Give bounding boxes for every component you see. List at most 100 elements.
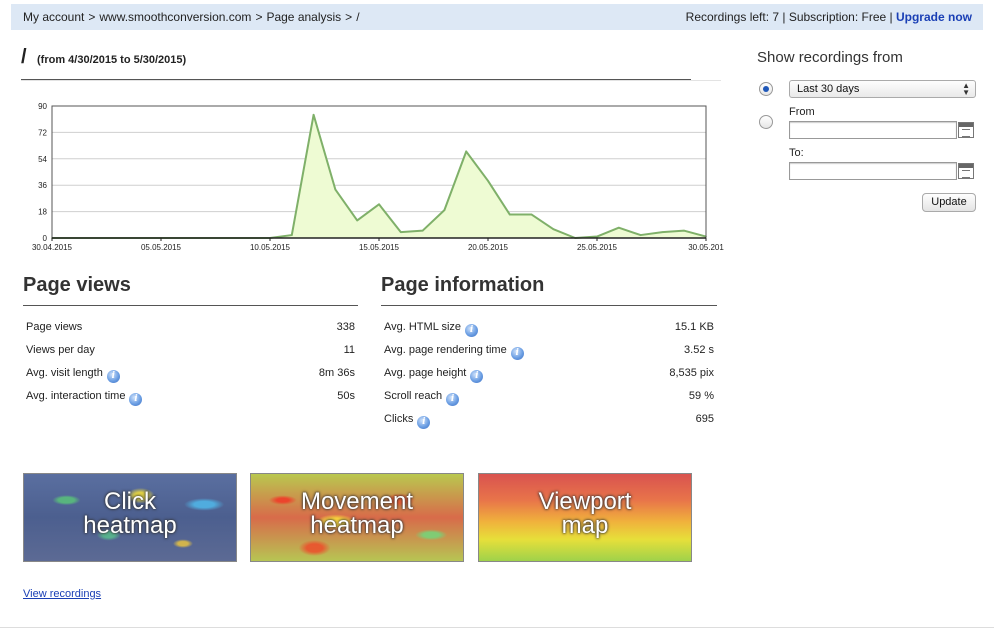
sidebar-title: Show recordings from <box>757 49 903 66</box>
select-arrows-icon: ▲ ▼ <box>962 81 970 97</box>
page-views-title: Page views <box>23 274 131 296</box>
page-information-table: Avg. HTML size i 15.1 KB Avg. page renderin… <box>384 321 714 436</box>
x-tick-label: 30.05.201 <box>688 243 724 252</box>
info-icon[interactable]: i <box>417 416 431 429</box>
stat-row: Avg. visit length i 8m 36s <box>26 367 355 390</box>
data-point <box>639 234 642 236</box>
calendar-icon[interactable] <box>958 163 974 179</box>
stat-label: Avg. visit length i <box>26 367 120 383</box>
click-heatmap-button[interactable]: Click heatmap <box>23 473 237 562</box>
info-icon[interactable]: i <box>470 370 484 383</box>
page-path: / <box>21 46 27 68</box>
x-tick-label: 10.05.2015 <box>250 243 291 252</box>
data-point <box>661 231 664 233</box>
y-tick-label: 72 <box>38 128 47 137</box>
data-point <box>356 219 359 222</box>
stat-value: 15.1 KB <box>674 321 714 333</box>
data-point <box>291 234 293 236</box>
to-label: To: <box>789 147 804 159</box>
page-information-title: Page information <box>381 274 545 296</box>
breadcrumb-my-account[interactable]: My account <box>23 10 84 24</box>
radio-preset-range[interactable] <box>759 82 773 96</box>
calendar-icon[interactable] <box>958 122 974 138</box>
stat-value: 50s <box>337 390 355 402</box>
stat-value: 8m 36s <box>318 367 355 379</box>
viewport-map-label: Viewport map <box>538 488 632 539</box>
data-point <box>312 114 315 116</box>
data-point <box>334 188 337 191</box>
x-tick-label: 25.05.2015 <box>577 243 618 252</box>
data-point <box>596 235 598 238</box>
stat-row: Page views 338 <box>26 321 355 344</box>
breadcrumb-site[interactable]: www.smoothconversion.com <box>99 10 251 24</box>
stat-label: Avg. interaction time i <box>26 390 143 406</box>
data-point <box>683 229 685 232</box>
data-point <box>378 203 380 206</box>
range-select[interactable]: Last 30 days ▲ ▼ <box>789 80 976 98</box>
stat-row: Clicks i 695 <box>384 413 714 436</box>
y-tick-label: 36 <box>38 181 47 190</box>
stat-value: 338 <box>336 321 355 333</box>
stat-row: Avg. page height i 8,535 pix <box>384 367 714 390</box>
data-point <box>509 213 511 216</box>
info-icon[interactable]: i <box>106 370 120 383</box>
stat-value: 8,535 pix <box>669 367 714 379</box>
range-select-value: Last 30 days <box>797 83 860 95</box>
breadcrumb-current-page: / <box>356 10 360 24</box>
breadcrumb-separator: > <box>345 10 353 24</box>
info-icon[interactable]: i <box>129 393 143 406</box>
data-point <box>487 180 489 182</box>
account-status: Recordings left: 7 | Subscription: Free … <box>686 10 972 24</box>
stat-label: Page views <box>26 321 83 333</box>
upgrade-link[interactable]: Upgrade now <box>896 10 972 24</box>
y-tick-label: 18 <box>38 208 47 217</box>
page-heading: / (from 4/30/2015 to 5/30/2015) <box>21 46 691 80</box>
stat-label: Avg. page rendering time i <box>384 344 524 360</box>
stat-value: 59 % <box>688 390 714 402</box>
info-icon[interactable]: i <box>465 324 479 337</box>
chart-svg: 0 18 36 54 72 90 30.04.2015 05.05.2015 10.05.201… <box>32 102 724 252</box>
data-point <box>443 209 446 211</box>
divider <box>381 305 717 306</box>
click-heatmap-label: Click heatmap <box>83 488 177 539</box>
stat-value: 695 <box>695 413 714 425</box>
breadcrumb-page-analysis[interactable]: Page analysis <box>266 10 341 24</box>
divider <box>23 305 358 306</box>
from-date-input[interactable] <box>789 121 957 139</box>
info-icon[interactable]: i <box>446 393 460 406</box>
data-point <box>618 226 620 229</box>
stat-value: 11 <box>343 344 355 356</box>
series-area <box>52 114 706 238</box>
movement-heatmap-button[interactable]: Movement heatmap <box>250 473 464 562</box>
x-tick-label: 05.05.2015 <box>141 243 182 252</box>
x-tick-label: 20.05.2015 <box>468 243 509 252</box>
viewport-map-button[interactable]: Viewport map <box>478 473 692 562</box>
stat-label: Avg. HTML size i <box>384 321 479 337</box>
page-views-table: Page views 338 Views per day 11 Avg. visit l… <box>26 321 355 413</box>
stat-label: Views per day <box>26 344 95 356</box>
view-recordings-link[interactable]: View recordings <box>23 588 101 600</box>
info-icon[interactable]: i <box>510 347 524 360</box>
y-tick-label: 54 <box>38 155 47 164</box>
date-range: (from 4/30/2015 to 5/30/2015) <box>37 54 187 66</box>
breadcrumb: My account > www.smoothconversion.com > Page… <box>23 10 364 24</box>
stat-label: Avg. page height i <box>384 367 484 383</box>
x-tick-label: 15.05.2015 <box>359 243 400 252</box>
data-point <box>421 229 424 232</box>
breadcrumb-separator: > <box>255 10 263 24</box>
page-views-chart: 0 18 36 54 72 90 30.04.2015 05.05.2015 10.05.201… <box>14 96 724 256</box>
data-point <box>465 150 468 153</box>
data-point <box>530 213 533 216</box>
stat-row: Avg. HTML size i 15.1 KB <box>384 321 714 344</box>
stat-row: Avg. page rendering time i 3.52 s <box>384 344 714 367</box>
stat-row: Scroll reach i 59 % <box>384 390 714 413</box>
stat-label: Scroll reach i <box>384 390 460 406</box>
stat-label: Clicks i <box>384 413 431 429</box>
to-date-input[interactable] <box>789 162 957 180</box>
top-bar: My account > www.smoothconversion.com > Page… <box>11 4 983 30</box>
divider <box>21 80 721 81</box>
radio-custom-range[interactable] <box>759 115 773 129</box>
update-button[interactable]: Update <box>922 193 976 212</box>
from-label: From <box>789 106 815 118</box>
stat-row: Views per day 11 <box>26 344 355 367</box>
